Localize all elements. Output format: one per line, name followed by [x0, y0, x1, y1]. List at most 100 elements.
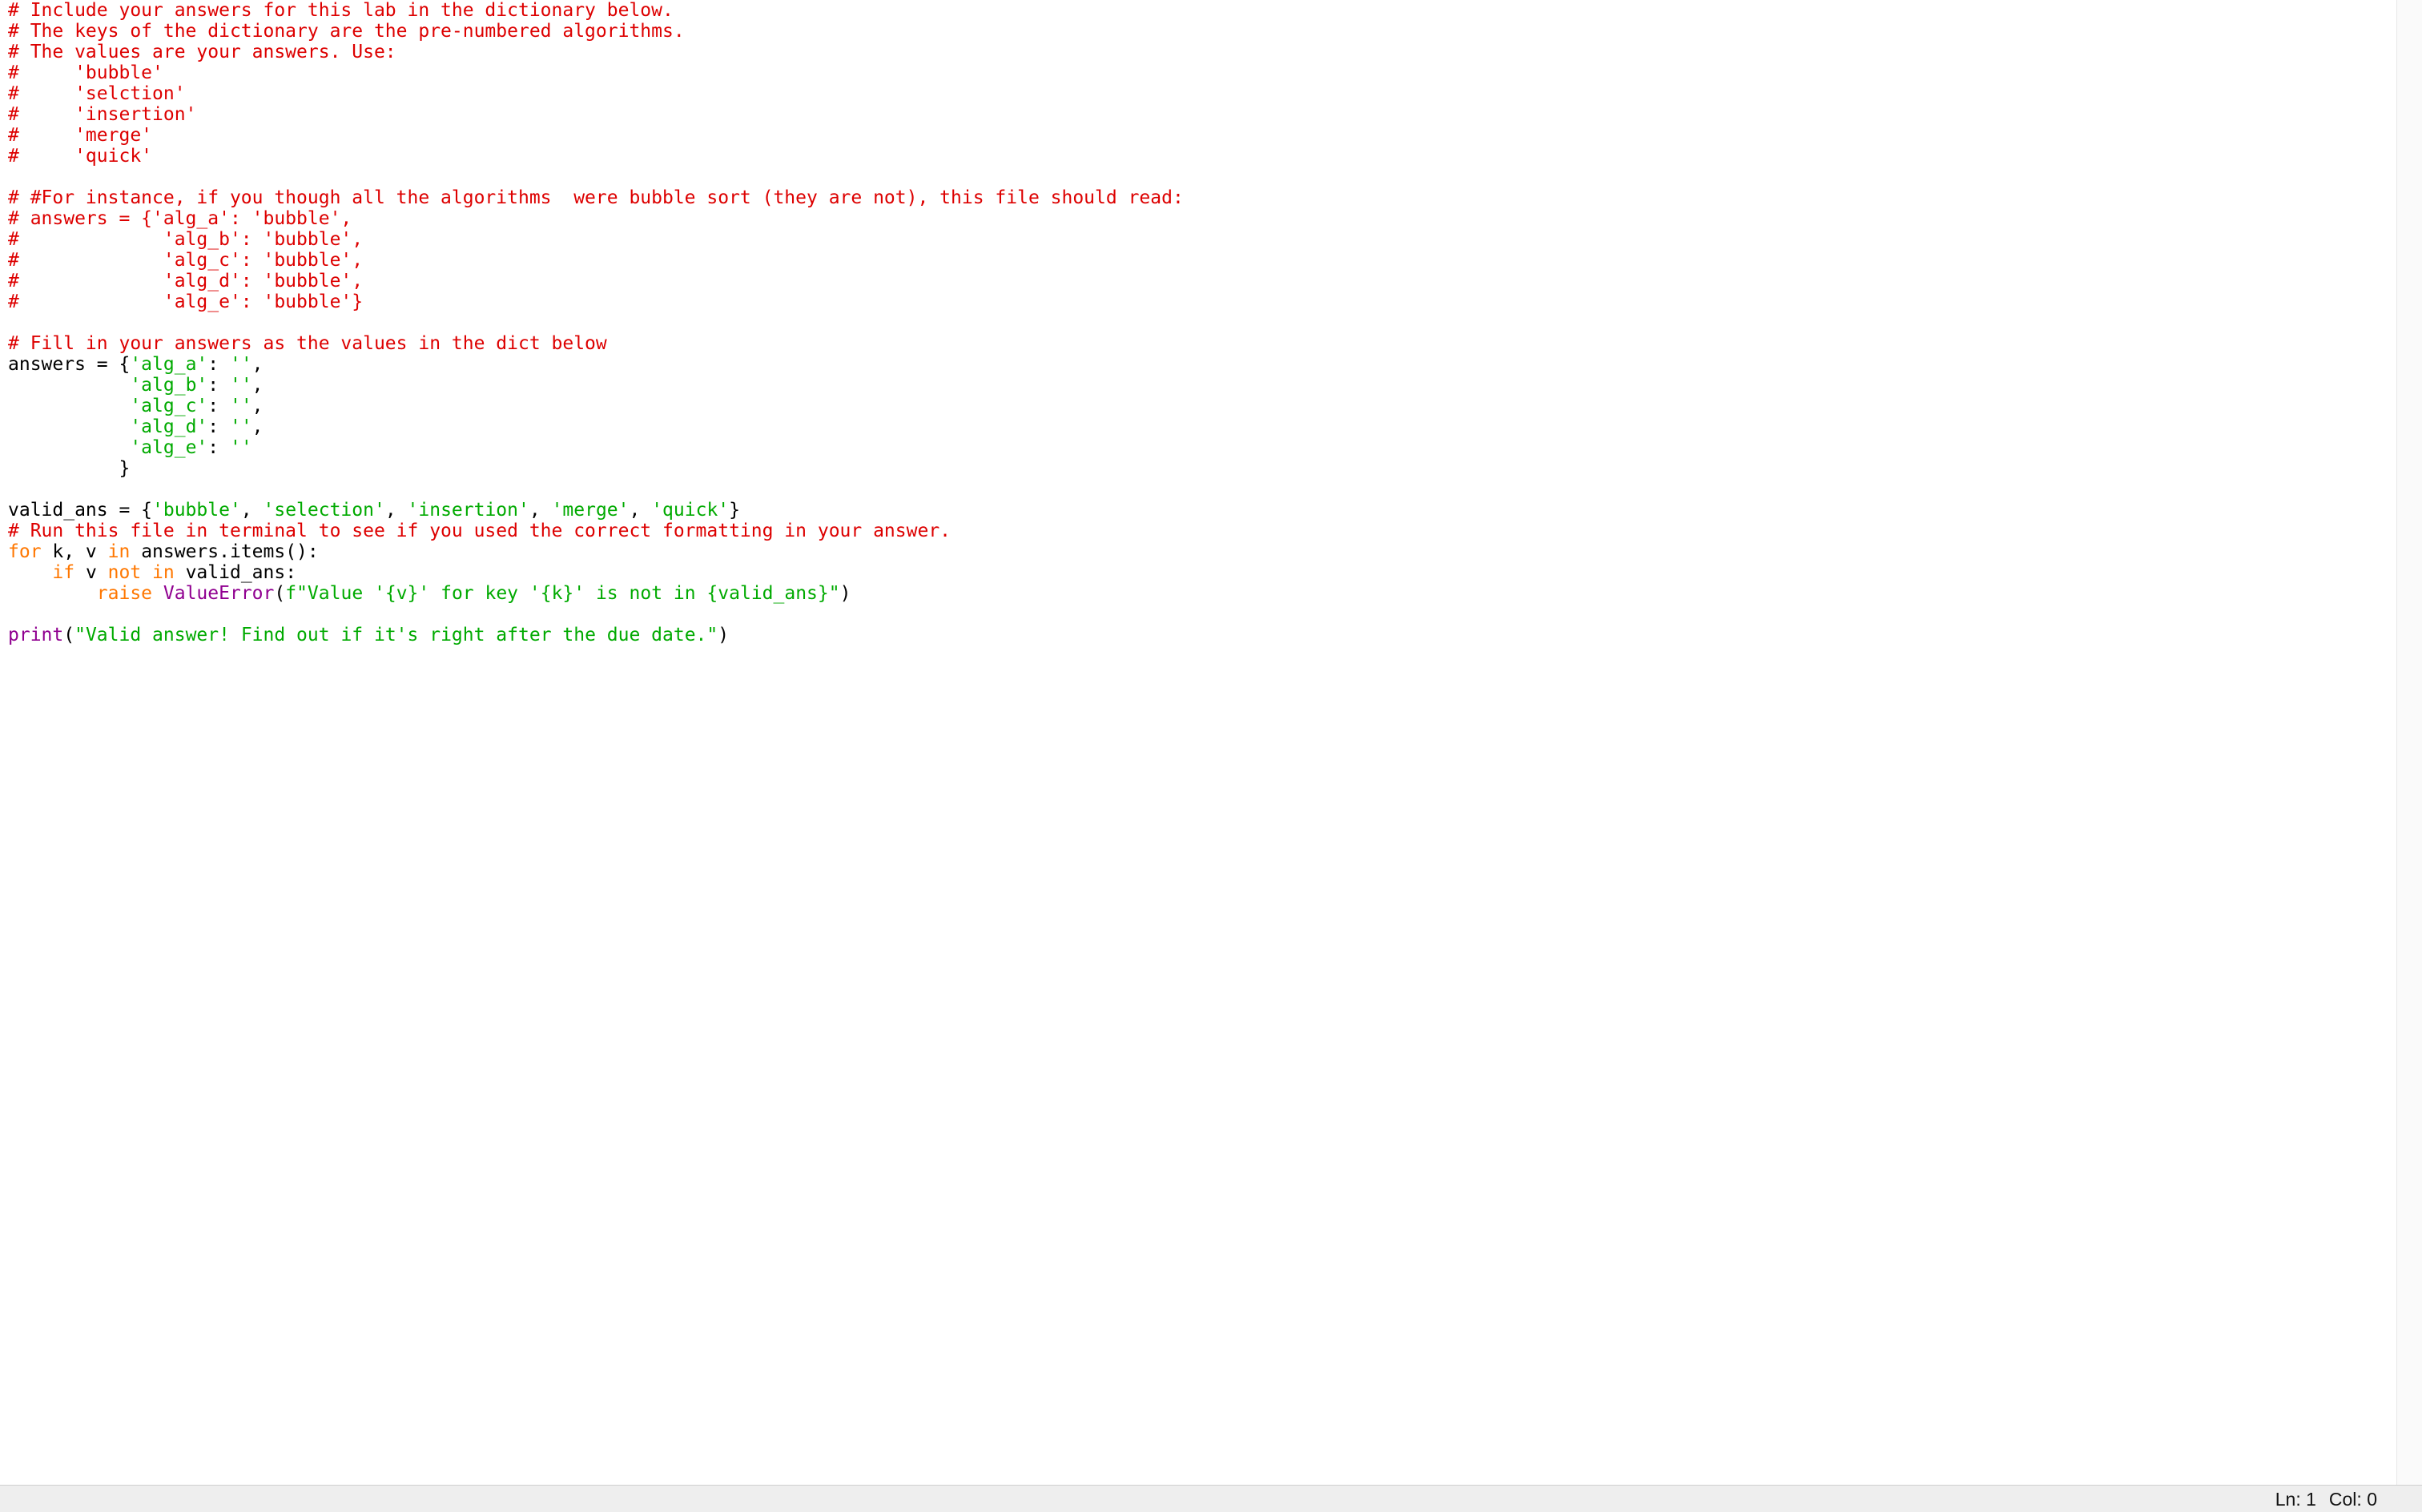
code-token-default [8, 583, 97, 604]
code-token-comment: # The keys of the dictionary are the pre… [8, 21, 685, 42]
code-line: # The keys of the dictionary are the pre… [8, 21, 2396, 42]
code-line: # 'alg_b': 'bubble', [8, 229, 2396, 250]
code-token-default: ( [274, 583, 286, 604]
code-line: 'alg_d': '', [8, 416, 2396, 437]
line-number-label: Ln: 1 [2275, 1489, 2316, 1510]
code-token-comment: # 'alg_e': 'bubble'} [8, 292, 364, 312]
code-token-string: 'insertion' [407, 500, 529, 521]
code-editor[interactable]: # Include your answers for this lab in t… [0, 0, 2396, 1485]
code-line: 'alg_b': '', [8, 375, 2396, 396]
code-token-string: 'merge' [551, 500, 630, 521]
code-token-default: answers = { [8, 354, 131, 375]
code-token-comment: # 'selction' [8, 83, 186, 104]
code-line: print("Valid answer! Find out if it's ri… [8, 625, 2396, 645]
code-token-default: v [74, 562, 108, 583]
code-token-comment: # answers = {'alg_a': 'bubble', [8, 208, 352, 229]
code-line: # 'alg_d': 'bubble', [8, 271, 2396, 292]
code-line: # Include your answers for this lab in t… [8, 0, 2396, 21]
code-line: # 'quick' [8, 146, 2396, 167]
code-token-keyword: not in [107, 562, 175, 583]
cursor-position: Ln: 1 Col: 0 [2275, 1489, 2377, 1510]
code-line: raise ValueError(f"Value '{v}' for key '… [8, 583, 2396, 604]
code-token-comment: # Fill in your answers as the values in … [8, 333, 607, 354]
code-token-default: : [207, 437, 230, 458]
code-token-default: , [384, 500, 408, 521]
code-line: } [8, 458, 2396, 479]
code-token-comment: # The values are your answers. Use: [8, 42, 396, 62]
editor-window: # Include your answers for this lab in t… [0, 0, 2422, 1512]
code-token-builtin: print [8, 625, 64, 645]
code-token-string: "Valid answer! Find out if it's right af… [74, 625, 718, 645]
code-token-comment: # 'alg_b': 'bubble', [8, 229, 364, 250]
code-token-comment: # 'merge' [8, 125, 153, 146]
code-token-default: : [207, 396, 230, 416]
code-line: # 'alg_c': 'bubble', [8, 250, 2396, 271]
code-line: # The values are your answers. Use: [8, 42, 2396, 62]
code-token-string: '' [229, 354, 252, 375]
code-token-default: : [207, 354, 230, 375]
code-token-keyword: raise [96, 583, 153, 604]
code-line: # Fill in your answers as the values in … [8, 333, 2396, 354]
code-token-default: , [251, 416, 264, 437]
code-token-string: '' [229, 396, 252, 416]
code-token-comment: # Run this file in terminal to see if yo… [8, 521, 952, 541]
code-token-string: f"Value '{v}' for key '{k}' is not in {v… [285, 583, 840, 604]
code-token-default: , [251, 375, 264, 396]
code-token-default: valid_ans: [174, 562, 297, 583]
column-number-label: Col: 0 [2328, 1489, 2377, 1510]
code-line: answers = {'alg_a': '', [8, 354, 2396, 375]
code-token-default: k, v [41, 541, 108, 562]
code-token-string: 'selection' [263, 500, 385, 521]
code-token-comment: # 'alg_c': 'bubble', [8, 250, 364, 271]
code-token-keyword: in [107, 541, 131, 562]
code-line: # 'selction' [8, 83, 2396, 104]
code-line: # #For instance, if you though all the a… [8, 187, 2396, 208]
vertical-scrollbar[interactable] [2396, 0, 2422, 1485]
code-token-default: , [251, 354, 264, 375]
code-token-default: valid_ans = { [8, 500, 153, 521]
code-token-string: '' [229, 416, 252, 437]
code-token-comment: # #For instance, if you though all the a… [8, 187, 1184, 208]
code-token-string: 'alg_c' [130, 396, 208, 416]
code-token-default [8, 396, 130, 416]
code-line: valid_ans = {'bubble', 'selection', 'ins… [8, 500, 2396, 521]
code-line: 'alg_e': '' [8, 437, 2396, 458]
code-token-keyword: if [52, 562, 75, 583]
code-token-default: } [729, 500, 740, 521]
code-line: # 'alg_e': 'bubble'} [8, 292, 2396, 312]
code-line: # 'merge' [8, 125, 2396, 146]
code-token-string: '' [229, 437, 252, 458]
code-token-default: , [629, 500, 652, 521]
code-token-default: , [251, 396, 264, 416]
code-token-string: 'alg_d' [130, 416, 208, 437]
code-token-comment: # 'alg_d': 'bubble', [8, 271, 364, 292]
code-line: # answers = {'alg_a': 'bubble', [8, 208, 2396, 229]
code-line: # 'bubble' [8, 62, 2396, 83]
code-text-area[interactable]: # Include your answers for this lab in t… [0, 0, 2396, 645]
code-token-default: ( [63, 625, 75, 645]
code-token-default [8, 562, 52, 583]
code-token-default: ) [718, 625, 730, 645]
code-token-default: , [529, 500, 552, 521]
code-line: 'alg_c': '', [8, 396, 2396, 416]
code-line: if v not in valid_ans: [8, 562, 2396, 583]
code-token-default: ) [839, 583, 851, 604]
code-token-default [8, 437, 130, 458]
code-token-comment: # Include your answers for this lab in t… [8, 0, 674, 21]
code-token-default: , [240, 500, 264, 521]
code-token-string: '' [229, 375, 252, 396]
code-token-comment: # 'bubble' [8, 62, 163, 83]
code-token-default: : [207, 416, 230, 437]
code-token-string: 'quick' [651, 500, 730, 521]
code-token-default [8, 416, 130, 437]
code-token-keyword: for [8, 541, 42, 562]
code-token-string: 'bubble' [152, 500, 241, 521]
code-token-comment: # 'insertion' [8, 104, 197, 125]
code-token-string: 'alg_a' [130, 354, 208, 375]
code-token-default: answers.items(): [130, 541, 319, 562]
code-line: # Run this file in terminal to see if yo… [8, 521, 2396, 541]
code-token-string: 'alg_b' [130, 375, 208, 396]
